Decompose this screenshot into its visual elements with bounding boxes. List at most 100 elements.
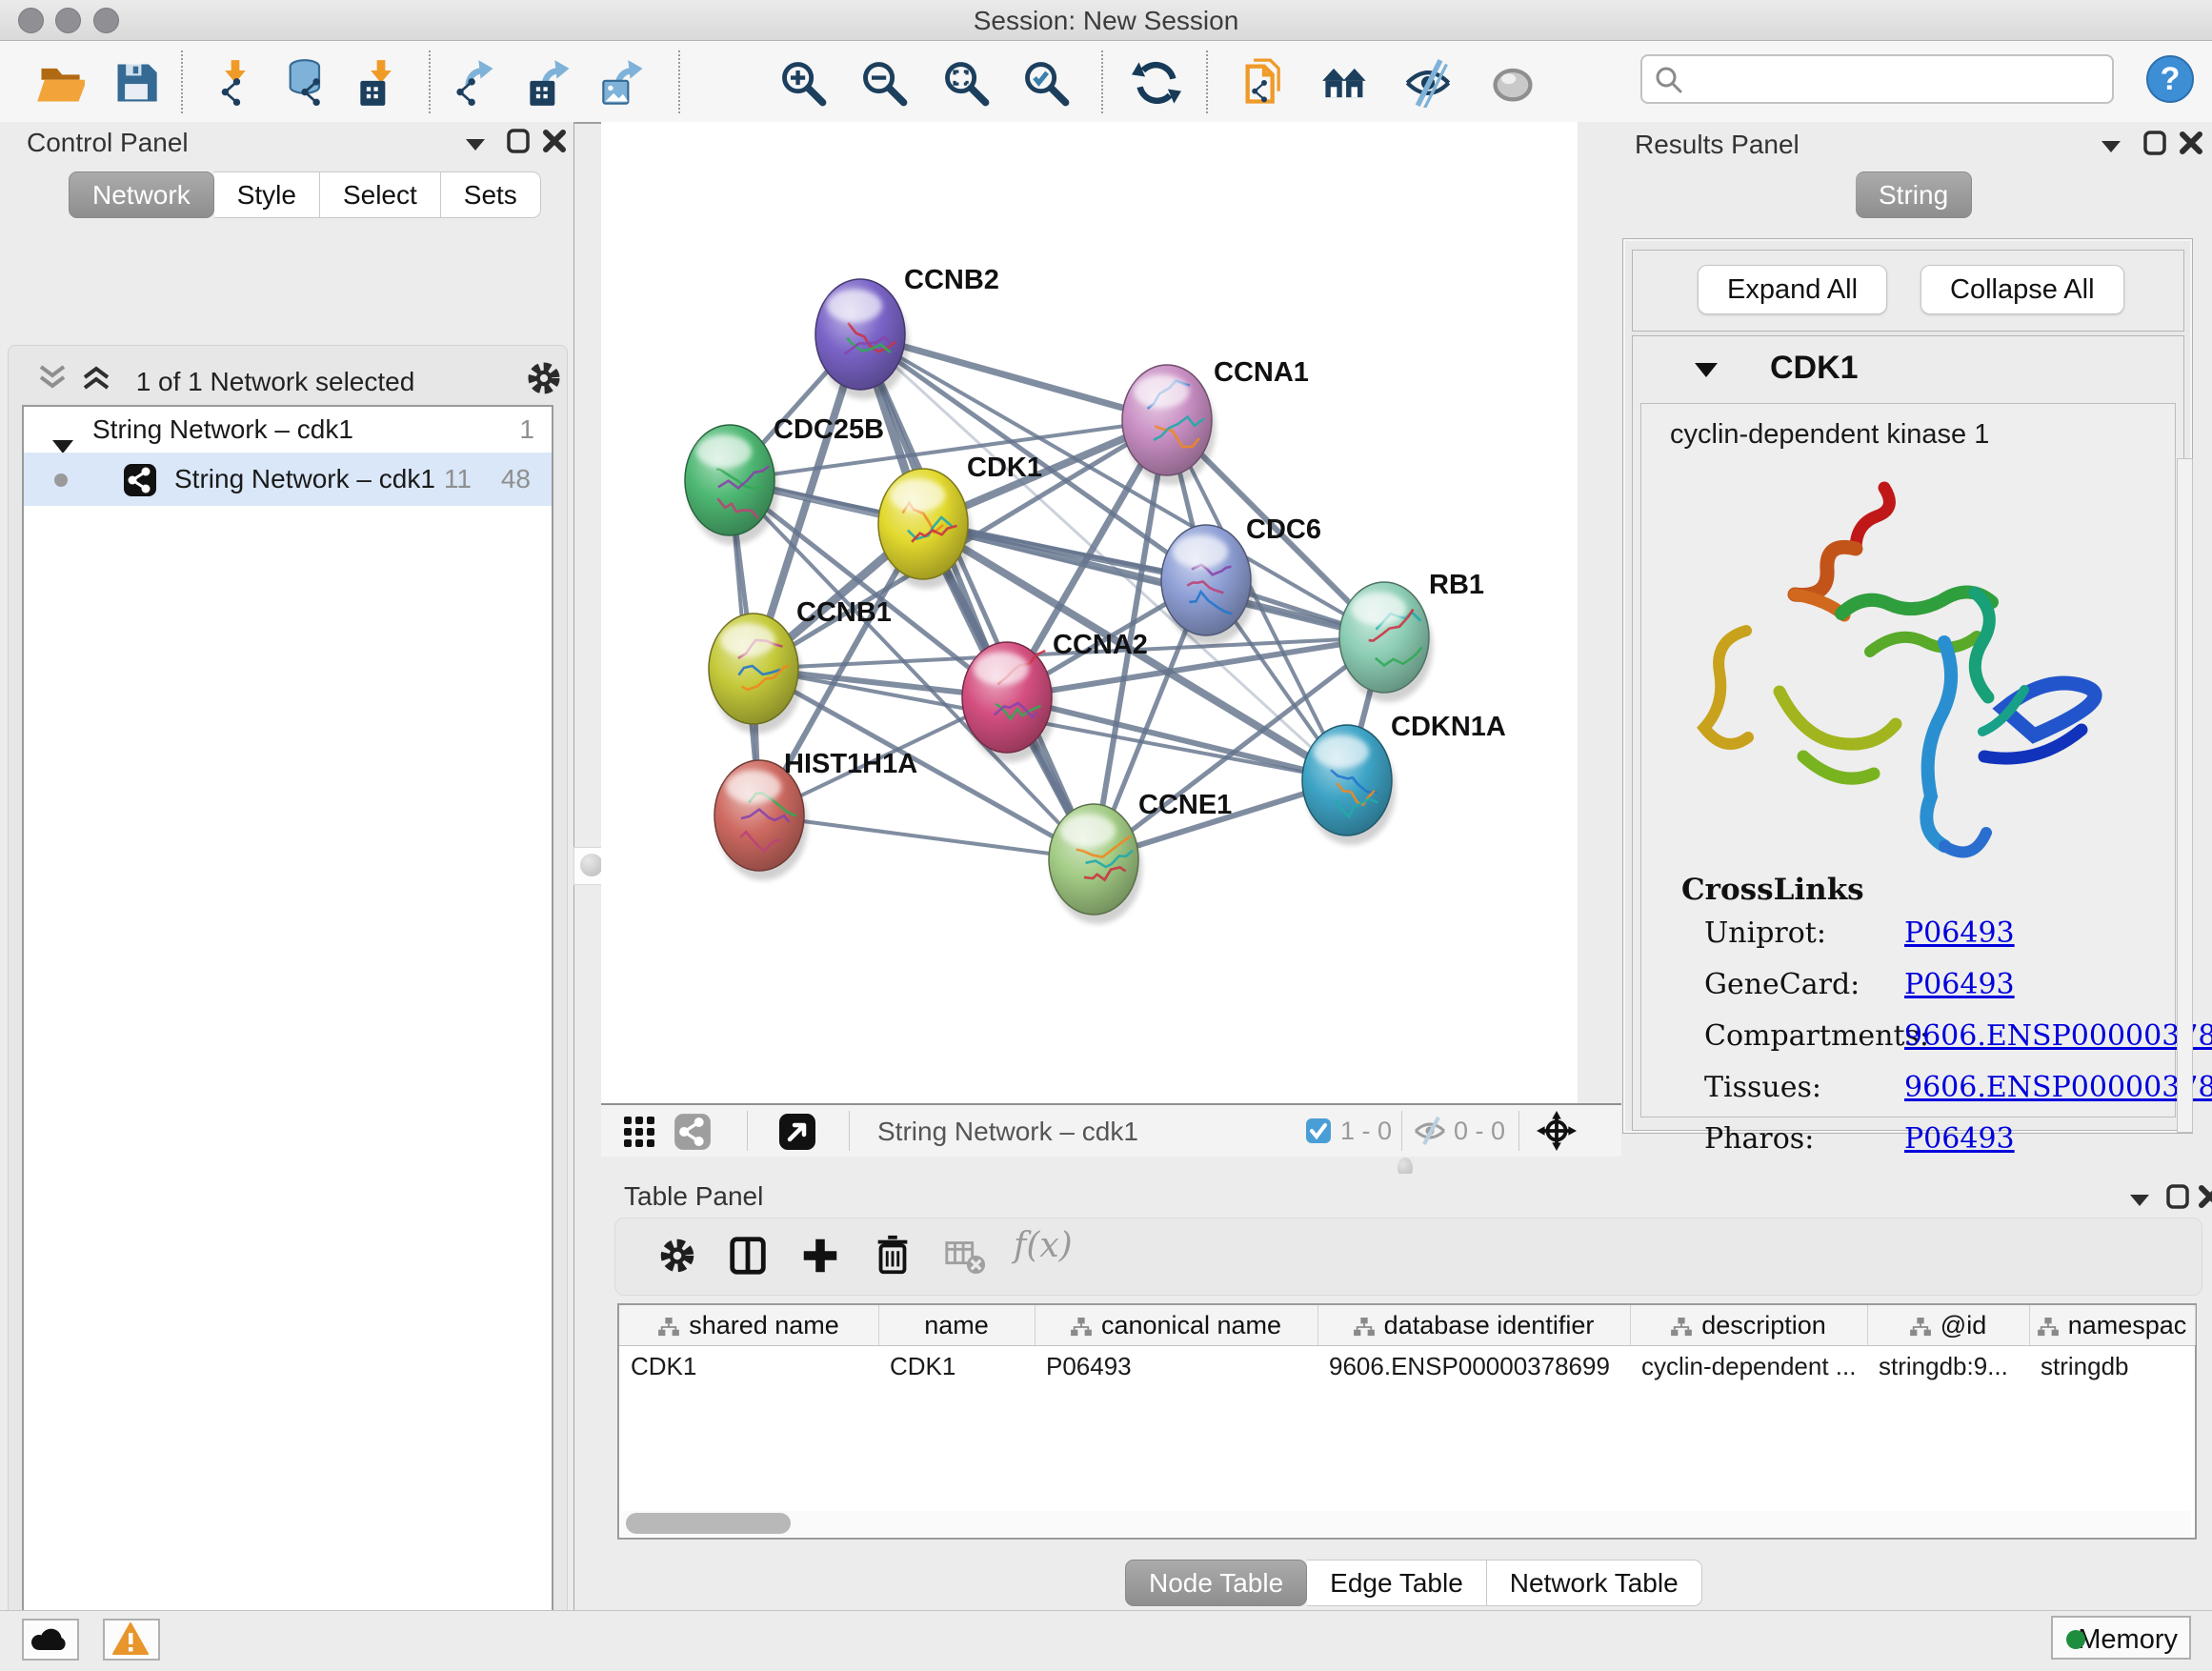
column-header-canonical-name[interactable]: canonical name <box>1035 1305 1318 1345</box>
control-panel-float-icon[interactable] <box>505 128 532 159</box>
tab-edge-table[interactable]: Edge Table <box>1307 1560 1487 1606</box>
tab-node-table[interactable]: Node Table <box>1125 1560 1307 1606</box>
string-home-icon[interactable] <box>1320 58 1370 108</box>
table-panel-collapse-icon[interactable] <box>2126 1187 2153 1215</box>
import-table-icon[interactable] <box>356 58 406 108</box>
network-view-toolbar: String Network – cdk1 1 - 0 0 - 0 <box>601 1103 1621 1157</box>
gene-detail-box: cyclin-dependent kinase 1 <box>1640 403 2176 1117</box>
cloud-button[interactable] <box>22 1619 79 1661</box>
detach-view-icon[interactable] <box>778 1113 816 1156</box>
export-network-icon[interactable] <box>450 58 499 108</box>
export-table-icon[interactable] <box>526 58 575 108</box>
table-cell[interactable]: cyclin-dependent ... <box>1630 1347 1867 1385</box>
table-cell[interactable]: P06493 <box>1035 1347 1317 1385</box>
network-node-CDK1[interactable] <box>878 469 972 589</box>
results-panel-close-icon[interactable] <box>2178 130 2204 161</box>
network-node-CDKN1A[interactable] <box>1302 725 1396 845</box>
expand-collapse-bar: Expand All Collapse All <box>1632 250 2184 332</box>
selected-checkbox-icon[interactable] <box>1305 1117 1332 1149</box>
network-node-count: 11 <box>444 453 472 506</box>
hide-selected-icon[interactable] <box>1403 58 1453 108</box>
network-node-RB1[interactable] <box>1339 582 1433 702</box>
select-columns-icon[interactable] <box>726 1234 772 1279</box>
column-header-name[interactable]: name <box>878 1305 1036 1345</box>
node-label-CCNA1: CCNA1 <box>1214 357 1309 388</box>
expand-all-button[interactable]: Expand All <box>1698 265 1887 314</box>
tab-network[interactable]: Network <box>69 171 214 218</box>
add-column-icon[interactable] <box>798 1234 844 1279</box>
import-network-file-icon[interactable] <box>211 58 260 108</box>
crosslink-link[interactable]: 9606.ENSP00000378699 <box>1904 1019 2212 1053</box>
table-settings-gear-icon[interactable] <box>655 1234 701 1279</box>
tab-sets[interactable]: Sets <box>441 171 541 218</box>
network-node-CCNB1[interactable] <box>709 614 802 734</box>
network-row[interactable]: String Network – cdk1 11 48 <box>24 453 552 506</box>
zoom-fit-icon[interactable] <box>941 58 991 108</box>
grid-view-icon[interactable] <box>622 1115 656 1154</box>
network-edge[interactable] <box>759 815 1094 859</box>
network-node-CCNE1[interactable] <box>1049 804 1142 924</box>
node-label-CCNE1: CCNE1 <box>1138 790 1232 820</box>
help-icon[interactable]: ? <box>2145 54 2195 109</box>
column-header-database-identifier[interactable]: database identifier <box>1317 1305 1631 1345</box>
collapse-all-button[interactable]: Collapse All <box>1920 265 2124 314</box>
results-panel-float-icon[interactable] <box>2142 130 2168 161</box>
network-node-CCNA2[interactable] <box>962 642 1056 762</box>
share-document-icon[interactable] <box>1239 58 1289 108</box>
show-hidden-icon[interactable] <box>1488 58 1538 108</box>
column-label: canonical name <box>1101 1311 1281 1339</box>
column-header-shared-name[interactable]: shared name <box>619 1305 879 1345</box>
table-panel-close-icon[interactable] <box>2197 1183 2212 1215</box>
crosslink-row: Compartments: 9606.ENSP00000378699 <box>1704 1019 2152 1071</box>
delete-column-icon[interactable] <box>871 1234 916 1279</box>
memory-button[interactable]: Memory <box>2051 1616 2191 1660</box>
crosslink-link[interactable]: P06493 <box>1904 1122 2015 1156</box>
tab-style[interactable]: Style <box>214 171 320 218</box>
zoom-out-icon[interactable] <box>859 58 909 108</box>
zoom-in-icon[interactable] <box>778 58 828 108</box>
import-network-database-icon[interactable] <box>282 58 332 108</box>
crosslink-row: Uniprot: P06493 <box>1704 916 2152 968</box>
memory-label: Memory <box>2078 1624 2178 1655</box>
column-label: @id <box>1941 1311 1986 1339</box>
network-node-CDC6[interactable] <box>1161 525 1255 645</box>
table-hscrollbar-thumb[interactable] <box>626 1513 791 1534</box>
table-cell[interactable]: stringdb <box>2029 1347 2195 1385</box>
network-view-icon[interactable] <box>674 1113 712 1156</box>
column-header-namespac[interactable]: namespac <box>2029 1305 2196 1345</box>
network-node-CCNB2[interactable] <box>815 279 909 399</box>
refresh-icon[interactable] <box>1132 58 1181 108</box>
tab-string[interactable]: String <box>1856 171 1972 218</box>
network-canvas[interactable]: CCNB2CCNA1CDC25BCDK1CDC6RB1CCNB1CCNA2CDK… <box>601 122 1578 1103</box>
network-options-gear-icon[interactable] <box>523 357 565 404</box>
table-cell[interactable]: 9606.ENSP00000378699 <box>1317 1347 1630 1385</box>
table-panel-float-icon[interactable] <box>2164 1183 2191 1215</box>
results-panel-collapse-icon[interactable] <box>2098 133 2124 161</box>
fit-crosshair-icon[interactable] <box>1537 1111 1577 1156</box>
results-scrollbar[interactable] <box>2177 458 2193 1133</box>
network-edge[interactable] <box>860 334 1094 859</box>
crosslink-link[interactable]: P06493 <box>1904 968 2015 1001</box>
table-cell[interactable]: stringdb:9... <box>1867 1347 2029 1385</box>
control-panel-close-icon[interactable] <box>541 128 568 159</box>
warning-button[interactable] <box>103 1619 160 1661</box>
tab-select[interactable]: Select <box>320 171 441 218</box>
zoom-selected-icon[interactable] <box>1021 58 1071 108</box>
memory-status-dot <box>2066 1630 2085 1649</box>
control-panel-collapse-icon[interactable] <box>462 131 489 159</box>
table-cell[interactable]: CDK1 <box>878 1347 1035 1385</box>
column-header-@id[interactable]: @id <box>1867 1305 2030 1345</box>
search-input[interactable] <box>1692 60 2105 96</box>
crosslink-row: Pharos: P06493 <box>1704 1122 2152 1174</box>
gene-collapse-icon[interactable] <box>1692 357 1720 385</box>
crosslink-label: GeneCard: <box>1704 968 1860 1001</box>
crosslink-link[interactable]: P06493 <box>1904 916 2015 950</box>
tab-network-table[interactable]: Network Table <box>1487 1560 1702 1606</box>
table-cell[interactable]: CDK1 <box>619 1347 878 1385</box>
network-collection-row[interactable]: String Network – cdk1 1 <box>24 407 552 453</box>
export-image-icon[interactable] <box>599 58 649 108</box>
save-session-icon[interactable] <box>111 58 161 108</box>
crosslink-link[interactable]: 9606.ENSP00000378699 <box>1904 1071 2212 1104</box>
column-header-description[interactable]: description <box>1630 1305 1868 1345</box>
open-session-icon[interactable] <box>35 58 85 108</box>
